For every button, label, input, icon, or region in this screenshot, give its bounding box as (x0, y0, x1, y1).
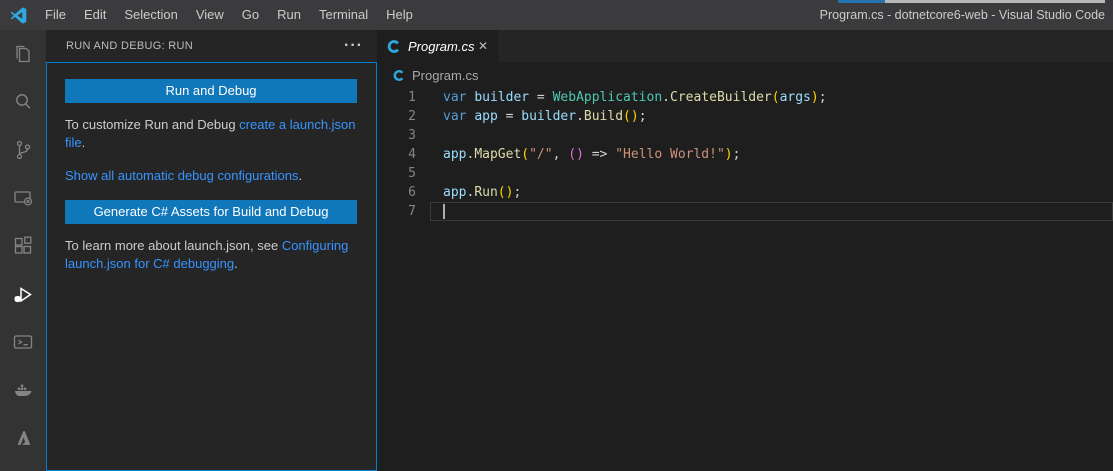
tab-bar: Program.cs ✕ (377, 30, 1113, 62)
extensions-icon (11, 234, 35, 258)
tab-program-cs[interactable]: Program.cs ✕ (377, 30, 498, 62)
menu-item-help[interactable]: Help (377, 0, 422, 30)
learn-more-text: To learn more about launch.json, see (65, 238, 282, 253)
remote-explorer-icon (11, 186, 35, 210)
more-actions-icon[interactable]: ··· (344, 32, 363, 60)
azure-icon (12, 427, 34, 449)
sidebar-header: RUN AND DEBUG: RUN (46, 30, 377, 62)
show-configs-paragraph: Show all automatic debug configurations. (65, 167, 357, 185)
run-and-debug-button[interactable]: Run and Debug (65, 79, 357, 103)
menu-item-terminal[interactable]: Terminal (310, 0, 377, 30)
code-line-2[interactable]: 2 var app = builder.Build(); (377, 107, 1113, 126)
source-control-branch-icon (11, 138, 35, 162)
generate-csharp-assets-button[interactable]: Generate C# Assets for Build and Debug (65, 200, 357, 224)
code-text: app.Run(); (443, 183, 521, 202)
activity-source-control[interactable] (0, 126, 46, 174)
code-text: app.MapGet("/", () => "Hello World!"); (443, 145, 740, 164)
window-title: Program.cs - dotnetcore6-web - Visual St… (820, 0, 1105, 30)
debug-welcome-panel: Run and Debug To customize Run and Debug… (46, 62, 377, 471)
menu-item-go[interactable]: Go (233, 0, 268, 30)
code-area: 1 var builder = WebApplication.CreateBuil… (377, 88, 1113, 471)
activity-search[interactable] (0, 78, 46, 126)
menu-bar: FileEditSelectionViewGoRunTerminalHelp (36, 0, 422, 30)
line-number: 1 (377, 88, 416, 107)
powershell-icon (11, 330, 35, 354)
learn-more-paragraph: To learn more about launch.json, see Con… (65, 237, 357, 273)
customize-text: To customize Run and Debug (65, 117, 239, 132)
top-strip-gray (885, 0, 1105, 3)
run-and-debug-sidebar: RUN AND DEBUG: RUN ··· Run and Debug To … (46, 30, 377, 471)
run-and-debug-icon (10, 281, 36, 307)
line-number: 5 (377, 164, 416, 183)
code-text: var builder = WebApplication.CreateBuild… (443, 88, 827, 107)
activity-run-and-debug[interactable] (0, 270, 46, 318)
customize-period: . (82, 135, 86, 150)
activity-bar (0, 30, 46, 471)
top-strip-blue (838, 0, 885, 3)
sidebar-title: RUN AND DEBUG: RUN (66, 40, 193, 52)
menu-item-run[interactable]: Run (268, 0, 310, 30)
csharp-file-icon (393, 69, 406, 82)
text-cursor (443, 204, 445, 219)
learn-more-period: . (234, 256, 238, 271)
code-line-1[interactable]: 1 var builder = WebApplication.CreateBuil… (377, 88, 1113, 107)
line-number: 6 (377, 183, 416, 202)
activity-azure[interactable] (0, 414, 46, 462)
tab-close-icon[interactable]: ✕ (476, 39, 490, 53)
code-text: var app = builder.Build(); (443, 107, 647, 126)
code-line-3[interactable]: 3 (377, 126, 1113, 145)
editor-group: Program.cs ✕ Program.cs 1 var builder = W… (377, 30, 1113, 471)
activity-powershell[interactable] (0, 318, 46, 366)
title-bar: FileEditSelectionViewGoRunTerminalHelp P… (0, 0, 1113, 30)
activity-docker[interactable] (0, 366, 46, 414)
activity-extensions[interactable] (0, 222, 46, 270)
csharp-file-icon (387, 39, 402, 54)
tab-label: Program.cs (408, 39, 474, 54)
code-line-7[interactable]: 7 (377, 202, 1113, 221)
menu-item-view[interactable]: View (187, 0, 233, 30)
line-number: 2 (377, 107, 416, 126)
docker-icon (11, 378, 35, 402)
activity-remote-explorer[interactable] (0, 174, 46, 222)
show-configs-period: . (298, 168, 302, 183)
line-number: 7 (377, 202, 416, 221)
code-line-4[interactable]: 4 app.MapGet("/", () => "Hello World!"); (377, 145, 1113, 164)
code-line-5[interactable]: 5 (377, 164, 1113, 183)
activity-explorer[interactable] (0, 30, 46, 78)
breadcrumb[interactable]: Program.cs (377, 62, 1113, 88)
menu-item-selection[interactable]: Selection (115, 0, 186, 30)
line-number: 3 (377, 126, 416, 145)
menu-item-edit[interactable]: Edit (75, 0, 115, 30)
customize-paragraph: To customize Run and Debug create a laun… (65, 116, 357, 152)
breadcrumb-label: Program.cs (412, 68, 478, 83)
search-icon (11, 90, 35, 114)
vscode-logo-icon (10, 7, 27, 24)
show-debug-configurations-link[interactable]: Show all automatic debug configurations (65, 168, 298, 183)
menu-item-file[interactable]: File (36, 0, 75, 30)
explorer-files-icon (11, 42, 35, 66)
code-line-6[interactable]: 6 app.Run(); (377, 183, 1113, 202)
line-number: 4 (377, 145, 416, 164)
